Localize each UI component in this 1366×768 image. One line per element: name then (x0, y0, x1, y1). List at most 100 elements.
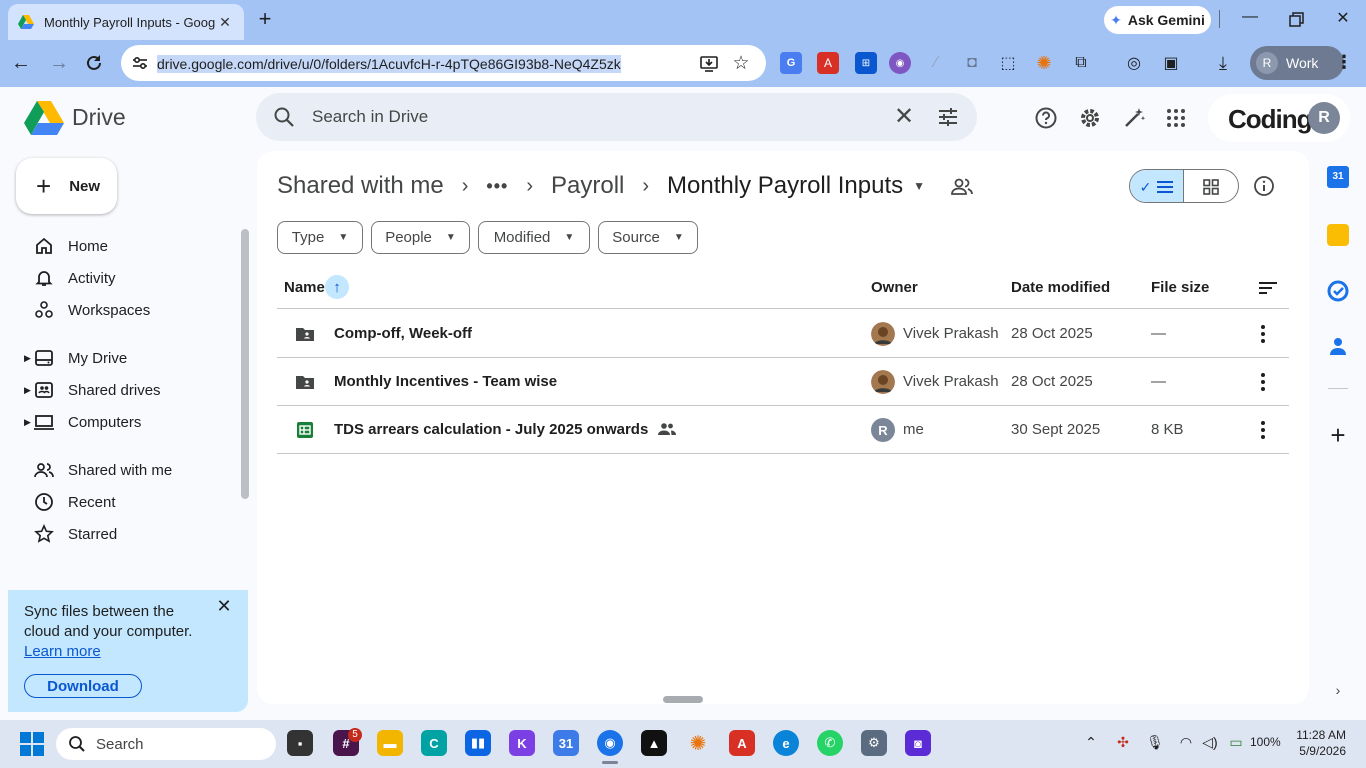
table-row[interactable]: TDS arrears calculation - July 2025 onwa… (277, 406, 1289, 454)
apps-grid-icon[interactable] (1164, 106, 1188, 130)
new-tab-button[interactable]: + (254, 8, 276, 30)
horizontal-scrollbar[interactable] (663, 696, 703, 703)
sidebar-item-computers[interactable]: ▶ Computers (20, 406, 240, 438)
sidebar-item-activity[interactable]: Activity (20, 262, 240, 294)
acrobat-icon[interactable]: A (729, 730, 755, 756)
list-view-toggle[interactable]: ✓ (1130, 170, 1185, 202)
expand-caret-icon[interactable]: ▶ (24, 353, 31, 364)
extension-badge-icon[interactable]: ⊞ (855, 52, 877, 74)
breadcrumb-current-folder[interactable]: Monthly Payroll Inputs (667, 172, 903, 200)
more-actions-icon[interactable] (1255, 322, 1271, 346)
profile-chip[interactable]: R Work (1250, 46, 1344, 80)
user-avatar[interactable]: R (1308, 102, 1340, 134)
sidebar-scrollbar[interactable] (241, 229, 249, 499)
folder-menu-dropdown-icon[interactable]: ▼ (913, 179, 925, 193)
google-lens-icon[interactable]: ◎ (1123, 52, 1145, 74)
browser-tab[interactable]: Monthly Payroll Inputs - Google Drive ✕ (8, 4, 244, 40)
chrome-icon[interactable]: ◉ (597, 730, 623, 756)
account-switcher[interactable]: Codingal R (1208, 94, 1350, 142)
restore-icon[interactable] (1285, 10, 1307, 30)
sidebar-item-shared-with-me[interactable]: Shared with me (20, 454, 240, 486)
search-options-icon[interactable] (936, 105, 960, 129)
hide-side-panel-icon[interactable]: › (1330, 682, 1346, 698)
drive-logo-icon[interactable] (24, 100, 64, 136)
tab-search-icon[interactable]: ▣ (1160, 52, 1182, 74)
column-header-name[interactable]: Name (284, 279, 325, 296)
shared-folder-people-icon[interactable] (951, 175, 973, 197)
screen-recorder-icon[interactable]: ◙ (905, 730, 931, 756)
downloads-icon[interactable]: ⤓ (1212, 52, 1234, 74)
volume-icon[interactable]: ◁) (1200, 734, 1220, 754)
acrobat-extension-icon[interactable]: A (817, 52, 839, 74)
cursive-app-icon[interactable]: C (421, 730, 447, 756)
details-info-icon[interactable] (1253, 175, 1275, 197)
breadcrumb-item-payroll[interactable]: Payroll (551, 172, 624, 200)
task-view-icon[interactable]: ▪ (287, 730, 313, 756)
whatsapp-icon[interactable]: ✆ (817, 730, 843, 756)
sidebar-item-home[interactable]: Home (20, 230, 240, 262)
gemini-magic-icon[interactable] (1122, 106, 1146, 130)
kotlin-app-icon[interactable]: K (509, 730, 535, 756)
sidebar-item-recent[interactable]: Recent (20, 486, 240, 518)
search-icon[interactable] (272, 105, 296, 129)
table-row[interactable]: Monthly Incentives - Team wise Vivek Pra… (277, 358, 1289, 406)
trello-icon[interactable]: ▮▮ (465, 730, 491, 756)
breadcrumb-more-icon[interactable]: ••• (486, 176, 508, 197)
forward-icon[interactable]: → (46, 50, 72, 76)
claude-icon[interactable]: ✺ (685, 730, 711, 756)
clear-search-icon[interactable]: ✕ (892, 105, 916, 129)
breadcrumb-item-shared-with-me[interactable]: Shared with me (277, 172, 444, 200)
pen-extension-icon[interactable]: ∕ (925, 52, 947, 74)
get-addons-icon[interactable]: + (1326, 422, 1350, 448)
expand-caret-icon[interactable]: ▶ (24, 385, 31, 396)
windows-start-icon[interactable] (20, 732, 44, 756)
camera-extension-icon[interactable]: ◘ (961, 52, 983, 74)
wifi-icon[interactable]: ◠ (1176, 734, 1196, 754)
browser-menu-icon[interactable]: ⋮ (1334, 52, 1354, 74)
more-actions-icon[interactable] (1255, 418, 1271, 442)
microphone-icon[interactable]: 🎙︎ (1145, 734, 1165, 754)
calendar-icon[interactable]: 31 (1327, 166, 1349, 188)
filter-chip-source[interactable]: Source ▼ (598, 221, 698, 254)
install-app-icon[interactable] (699, 54, 719, 74)
tasks-icon[interactable] (1327, 280, 1349, 302)
file-name[interactable]: TDS arrears calculation - July 2025 onwa… (334, 421, 648, 438)
minimize-icon[interactable]: — (1238, 8, 1262, 32)
column-header-date-modified[interactable]: Date modified (1011, 279, 1110, 296)
extension-circle-icon[interactable]: ◉ (889, 52, 911, 74)
file-explorer-icon[interactable]: ▬ (377, 730, 403, 756)
tray-app-icon[interactable]: ✣ (1113, 734, 1133, 754)
help-icon[interactable] (1034, 106, 1058, 130)
close-window-icon[interactable]: ✕ (1331, 8, 1355, 32)
view-toggle[interactable]: ✓ (1129, 169, 1239, 203)
sparkle-extension-icon[interactable]: ✺ (1033, 52, 1055, 74)
more-actions-icon[interactable] (1255, 370, 1271, 394)
contacts-icon[interactable] (1327, 335, 1349, 357)
bookmark-star-icon[interactable]: ☆ (731, 54, 751, 74)
sidebar-item-workspaces[interactable]: Workspaces (20, 294, 240, 326)
sidebar-item-starred[interactable]: Starred (20, 518, 240, 550)
tab-close-icon[interactable]: ✕ (216, 14, 234, 31)
show-hidden-icons[interactable]: ⌃ (1081, 734, 1101, 754)
edge-icon[interactable]: e (773, 730, 799, 756)
settings-gear-icon[interactable] (1078, 106, 1102, 130)
calendar-app-icon[interactable]: 31 (553, 730, 579, 756)
settings-app-icon[interactable]: ⚙ (861, 730, 887, 756)
sort-options-icon[interactable] (1257, 277, 1279, 299)
download-button[interactable]: Download (24, 674, 142, 698)
sort-ascending-icon[interactable]: ↑ (325, 275, 349, 299)
filter-chip-people[interactable]: People ▼ (371, 221, 470, 254)
extensions-puzzle-icon[interactable]: ⧉ (1070, 52, 1092, 74)
sidebar-item-shared-drives[interactable]: ▶ Shared drives (20, 374, 240, 406)
system-clock[interactable]: 11:28 AM 5/9/2026 (1290, 727, 1346, 759)
keep-icon[interactable] (1327, 224, 1349, 246)
column-header-file-size[interactable]: File size (1151, 279, 1209, 296)
battery-icon[interactable]: ▭ (1226, 734, 1246, 754)
reload-icon[interactable] (82, 51, 106, 75)
grid-view-toggle[interactable] (1184, 170, 1238, 202)
ask-gemini-button[interactable]: ✦ Ask Gemini (1104, 6, 1211, 34)
filter-chip-modified[interactable]: Modified ▼ (478, 221, 590, 254)
file-name[interactable]: Comp-off, Week-off (334, 325, 472, 342)
address-bar[interactable]: drive.google.com/drive/u/0/folders/1Acuv… (121, 45, 766, 81)
learn-more-link[interactable]: Learn more (24, 643, 101, 660)
